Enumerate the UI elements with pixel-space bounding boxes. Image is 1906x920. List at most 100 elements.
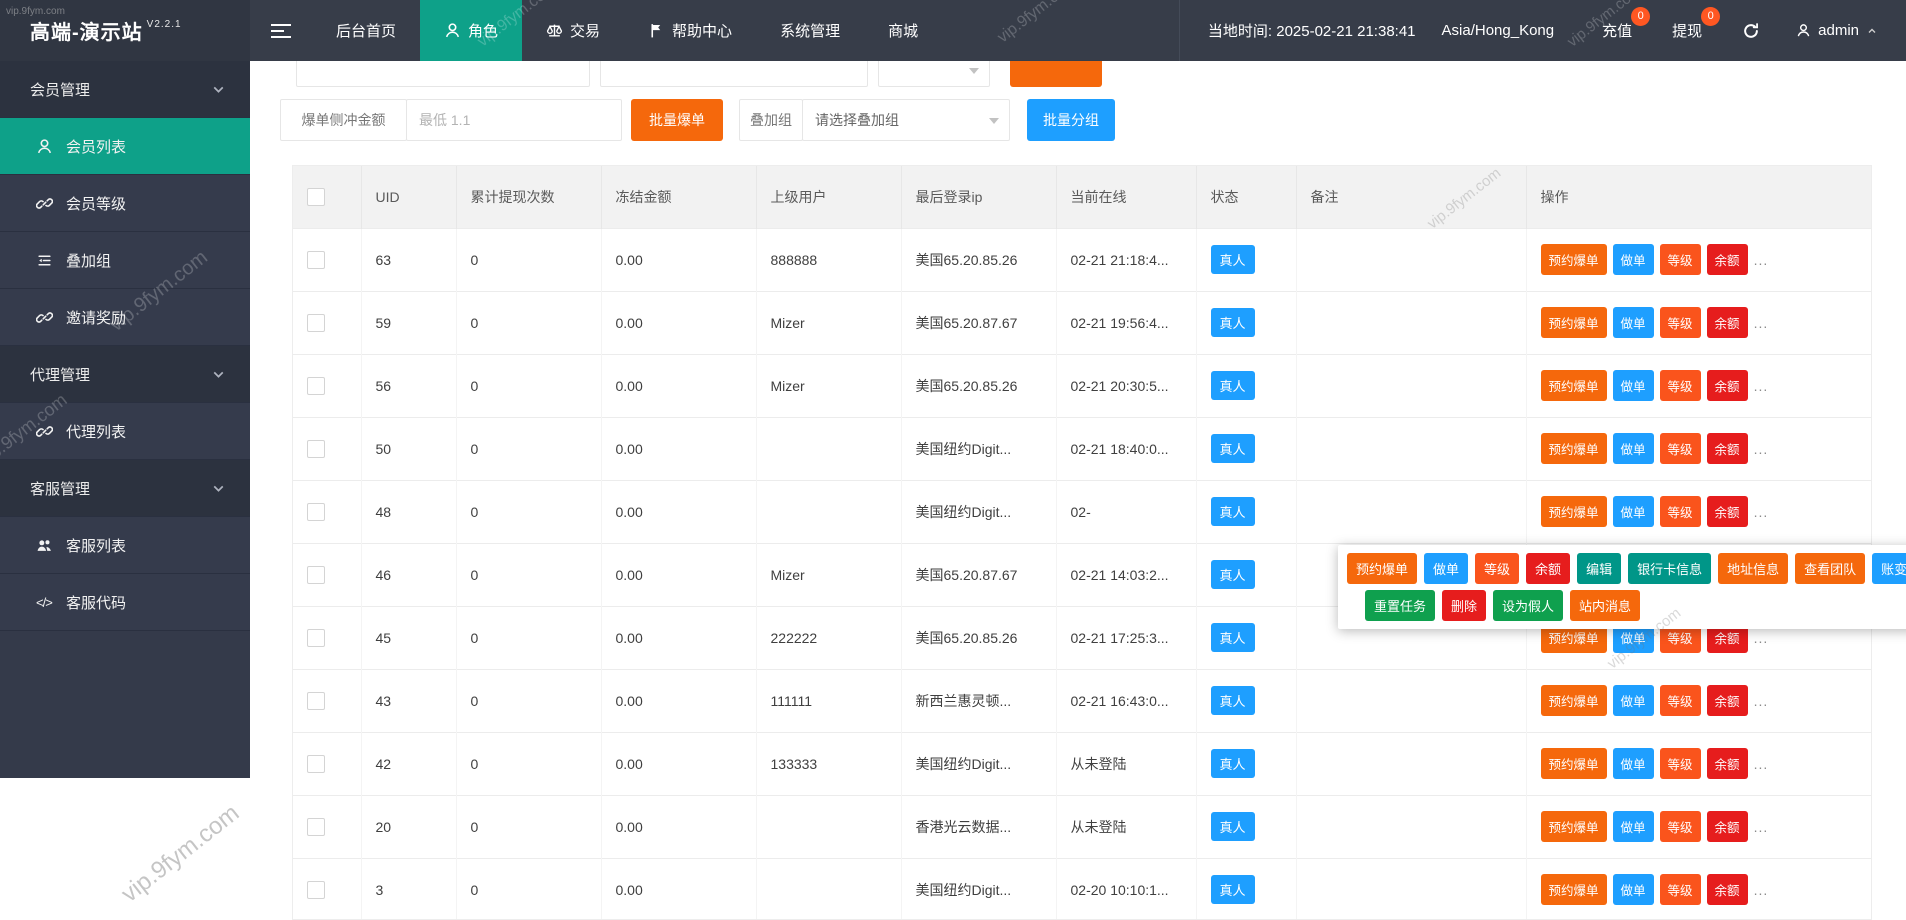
row-action-orange[interactable]: 预约爆单 — [1541, 433, 1607, 464]
batch-burst-button[interactable]: 批量爆单 — [631, 99, 723, 141]
row-action-blue[interactable]: 做单 — [1613, 811, 1654, 842]
nav-item-5[interactable]: 系统管理 — [756, 0, 864, 61]
sidebar-item-7[interactable]: 代理列表 — [0, 403, 250, 460]
sidebar-item-9[interactable]: 客服列表 — [0, 517, 250, 574]
row-action-blue[interactable]: 做单 — [1613, 748, 1654, 779]
row-action-orange2[interactable]: 等级 — [1660, 811, 1701, 842]
popup-action-button[interactable]: 做单 — [1424, 553, 1468, 584]
burst-amount-input[interactable]: 最低 1.1 — [406, 99, 622, 141]
status-badge[interactable]: 真人 — [1211, 308, 1255, 337]
select-all-checkbox[interactable] — [307, 188, 325, 206]
status-badge[interactable]: 真人 — [1211, 560, 1255, 589]
row-action-blue[interactable]: 做单 — [1613, 685, 1654, 716]
sidebar-item-2[interactable]: 会员列表 — [0, 118, 250, 175]
row-checkbox[interactable] — [307, 377, 325, 395]
status-badge[interactable]: 真人 — [1211, 686, 1255, 715]
row-action-red[interactable]: 余额 — [1707, 811, 1748, 842]
hidden-search-button[interactable] — [1010, 61, 1102, 87]
nav-item-6[interactable]: 商城 — [864, 0, 942, 61]
more-actions[interactable]: ... — [1754, 819, 1769, 835]
row-action-orange[interactable]: 预约爆单 — [1541, 244, 1607, 275]
nav-item-2[interactable]: 角色 — [420, 0, 522, 61]
row-checkbox[interactable] — [307, 755, 325, 773]
status-badge[interactable]: 真人 — [1211, 875, 1255, 904]
row-action-orange[interactable]: 预约爆单 — [1541, 685, 1607, 716]
batch-group-button[interactable]: 批量分组 — [1027, 99, 1115, 141]
row-action-orange2[interactable]: 等级 — [1660, 244, 1701, 275]
refresh-icon[interactable] — [1722, 0, 1780, 61]
row-checkbox[interactable] — [307, 251, 325, 269]
hidden-filter-select[interactable] — [878, 61, 990, 87]
popup-action-button[interactable]: 账变 — [1872, 553, 1906, 584]
row-action-orange2[interactable]: 等级 — [1660, 307, 1701, 338]
sidebar-item-6[interactable]: 代理管理 — [0, 346, 250, 403]
row-action-blue[interactable]: 做单 — [1613, 433, 1654, 464]
row-action-orange2[interactable]: 等级 — [1660, 685, 1701, 716]
status-badge[interactable]: 真人 — [1211, 623, 1255, 652]
popup-action-button[interactable]: 重置任务 — [1365, 590, 1435, 621]
row-action-red[interactable]: 余额 — [1707, 370, 1748, 401]
row-action-blue[interactable]: 做单 — [1613, 307, 1654, 338]
popup-action-button[interactable]: 等级 — [1475, 553, 1519, 584]
row-action-red[interactable]: 余额 — [1707, 685, 1748, 716]
row-action-red[interactable]: 余额 — [1707, 307, 1748, 338]
row-action-orange2[interactable]: 等级 — [1660, 748, 1701, 779]
nav-item-4[interactable]: 帮助中心 — [624, 0, 756, 61]
popup-action-button[interactable]: 银行卡信息 — [1628, 553, 1711, 584]
more-actions[interactable]: ... — [1754, 756, 1769, 772]
hidden-filter-input-2[interactable] — [600, 61, 868, 87]
nav-item-1[interactable]: 后台首页 — [312, 0, 420, 61]
popup-action-button[interactable]: 预约爆单 — [1347, 553, 1417, 584]
recharge-link[interactable]: 充值 0 — [1582, 0, 1652, 61]
status-badge[interactable]: 真人 — [1211, 434, 1255, 463]
row-action-blue[interactable]: 做单 — [1613, 244, 1654, 275]
row-action-orange2[interactable]: 等级 — [1660, 433, 1701, 464]
row-action-red[interactable]: 余额 — [1707, 874, 1748, 905]
more-actions[interactable]: ... — [1754, 315, 1769, 331]
row-checkbox[interactable] — [307, 629, 325, 647]
row-action-orange[interactable]: 预约爆单 — [1541, 811, 1607, 842]
popup-action-button[interactable]: 余额 — [1526, 553, 1570, 584]
sidebar-item-8[interactable]: 客服管理 — [0, 460, 250, 517]
more-actions[interactable]: ... — [1754, 882, 1769, 898]
more-actions[interactable]: ... — [1754, 378, 1769, 394]
more-actions[interactable]: ... — [1754, 630, 1769, 646]
status-badge[interactable]: 真人 — [1211, 497, 1255, 526]
popup-action-button[interactable]: 站内消息 — [1570, 590, 1640, 621]
row-checkbox[interactable] — [307, 503, 325, 521]
row-action-orange[interactable]: 预约爆单 — [1541, 874, 1607, 905]
menu-toggle-icon[interactable] — [250, 0, 312, 61]
row-action-orange[interactable]: 预约爆单 — [1541, 748, 1607, 779]
popup-action-button[interactable]: 地址信息 — [1718, 553, 1788, 584]
popup-action-button[interactable]: 设为假人 — [1493, 590, 1563, 621]
row-action-orange2[interactable]: 等级 — [1660, 874, 1701, 905]
stack-group-select[interactable]: 请选择叠加组 — [802, 99, 1010, 141]
row-action-orange[interactable]: 预约爆单 — [1541, 496, 1607, 527]
row-action-red[interactable]: 余额 — [1707, 244, 1748, 275]
more-actions[interactable]: ... — [1754, 504, 1769, 520]
status-badge[interactable]: 真人 — [1211, 371, 1255, 400]
row-action-orange2[interactable]: 等级 — [1660, 370, 1701, 401]
row-checkbox[interactable] — [307, 566, 325, 584]
popup-action-button[interactable]: 删除 — [1442, 590, 1486, 621]
more-actions[interactable]: ... — [1754, 693, 1769, 709]
row-action-blue[interactable]: 做单 — [1613, 496, 1654, 527]
sidebar-item-5[interactable]: 邀请奖励 — [0, 289, 250, 346]
row-action-orange[interactable]: 预约爆单 — [1541, 307, 1607, 338]
row-action-orange[interactable]: 预约爆单 — [1541, 370, 1607, 401]
row-action-red[interactable]: 余额 — [1707, 748, 1748, 779]
status-badge[interactable]: 真人 — [1211, 812, 1255, 841]
sidebar-item-10[interactable]: </>客服代码 — [0, 574, 250, 631]
status-badge[interactable]: 真人 — [1211, 245, 1255, 274]
sidebar-item-4[interactable]: 叠加组 — [0, 232, 250, 289]
withdraw-link[interactable]: 提现 0 — [1652, 0, 1722, 61]
row-action-blue[interactable]: 做单 — [1613, 370, 1654, 401]
row-checkbox[interactable] — [307, 881, 325, 899]
popup-action-button[interactable]: 查看团队 — [1795, 553, 1865, 584]
row-checkbox[interactable] — [307, 440, 325, 458]
admin-menu[interactable]: admin — [1780, 0, 1906, 61]
hidden-filter-input-1[interactable] — [296, 61, 590, 87]
sidebar-item-3[interactable]: 会员等级 — [0, 175, 250, 232]
more-actions[interactable]: ... — [1754, 252, 1769, 268]
row-action-red[interactable]: 余额 — [1707, 496, 1748, 527]
